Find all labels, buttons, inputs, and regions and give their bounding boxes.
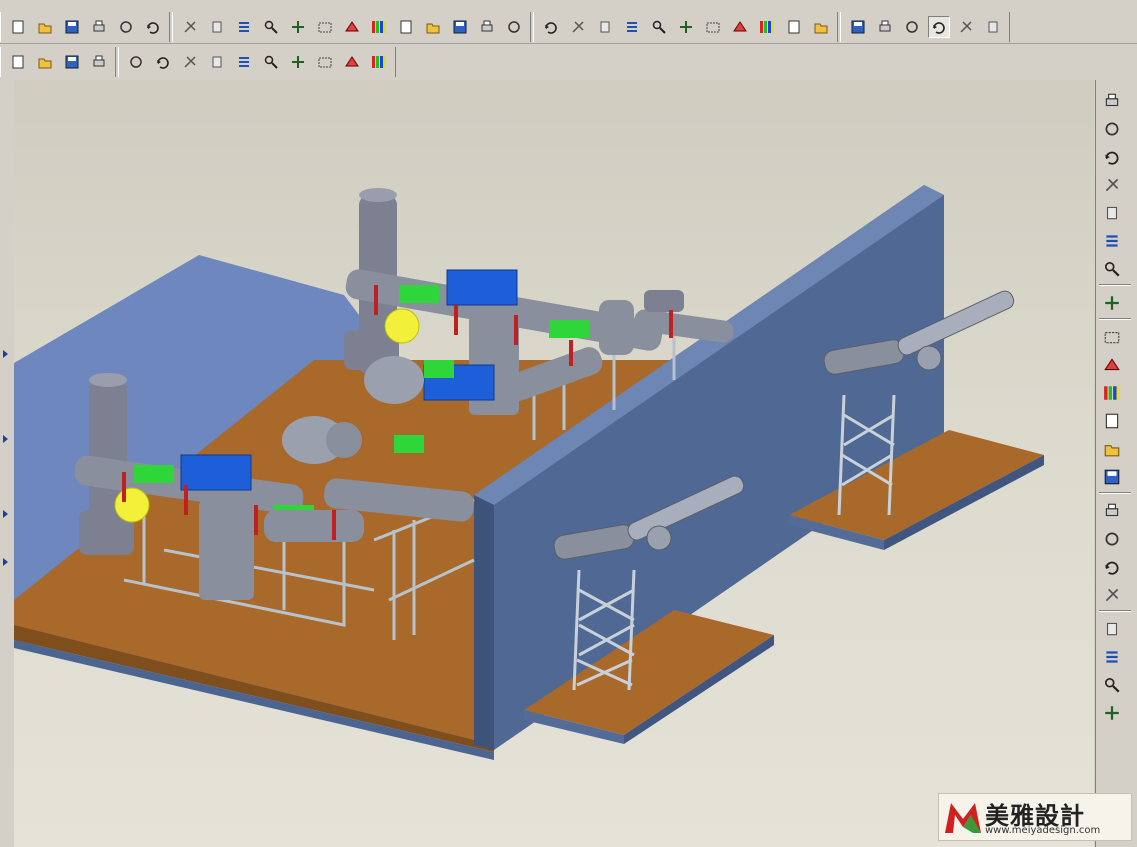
extrude-icon[interactable] — [1101, 326, 1123, 348]
copy-icon[interactable] — [260, 16, 282, 38]
mirror-icon[interactable] — [1101, 618, 1123, 640]
watermark-logo: 美雅設計 www.meiyadesign.com — [938, 793, 1132, 841]
toolbar-group — [840, 12, 1010, 42]
datum-toolbar — [0, 46, 420, 78]
watermark-url: www.meiyadesign.com — [985, 825, 1101, 836]
datum-axis-display-icon[interactable] — [34, 51, 56, 73]
no-hidden-icon[interactable] — [901, 16, 923, 38]
toolbar-separator — [1099, 284, 1131, 286]
chamfer-icon[interactable] — [1101, 466, 1123, 488]
datum-curve-sketch-icon[interactable] — [1101, 90, 1123, 112]
dropdown-arrow-icon[interactable] — [449, 16, 471, 38]
reference-dimension-icon[interactable] — [152, 51, 174, 73]
print-preview-icon[interactable] — [115, 16, 137, 38]
pan-icon[interactable] — [621, 16, 643, 38]
note-tool-icon[interactable] — [1101, 292, 1123, 314]
left-dock-strip — [0, 80, 15, 847]
kit-icon[interactable] — [287, 51, 309, 73]
datum-plane-icon[interactable] — [1101, 118, 1123, 140]
named-views-icon[interactable] — [756, 16, 778, 38]
zoom-out-icon[interactable] — [675, 16, 697, 38]
revolve-icon[interactable] — [1101, 354, 1123, 376]
rib-icon[interactable] — [1101, 556, 1123, 578]
zoom-window-icon[interactable] — [702, 16, 724, 38]
expand-arrow-icon[interactable] — [3, 510, 8, 518]
datum-plane-display-icon[interactable] — [7, 51, 29, 73]
geometric-tolerance-icon[interactable] — [179, 51, 201, 73]
regenerate-icon[interactable] — [341, 16, 363, 38]
redo-icon[interactable] — [206, 16, 228, 38]
hole-icon[interactable] — [1101, 500, 1123, 522]
analysis-feature-icon[interactable] — [1101, 258, 1123, 280]
new-icon[interactable] — [7, 16, 29, 38]
toolbar-separator — [1099, 492, 1131, 494]
sweep-icon[interactable] — [1101, 382, 1123, 404]
shell-icon[interactable] — [1101, 528, 1123, 550]
main-toolbar — [0, 11, 1137, 44]
appearance-icon[interactable] — [982, 16, 1004, 38]
datum-point-display-icon[interactable] — [61, 51, 83, 73]
context-help-icon[interactable] — [368, 51, 390, 73]
note-icon[interactable] — [233, 51, 255, 73]
model-tree-icon[interactable] — [810, 16, 832, 38]
toolbar-group — [0, 47, 116, 77]
datum-point-icon[interactable] — [1101, 202, 1123, 224]
expand-arrow-icon[interactable] — [3, 558, 8, 566]
assembly-model — [14, 185, 1044, 760]
feature-toolbar — [1095, 80, 1137, 847]
edit-icon[interactable] — [503, 16, 525, 38]
pattern-icon[interactable] — [1101, 646, 1123, 668]
toolbar-group — [172, 12, 531, 42]
paste-icon[interactable] — [287, 16, 309, 38]
spin-center-icon[interactable] — [567, 16, 589, 38]
regenerate-manager-icon[interactable] — [368, 16, 390, 38]
trim-icon[interactable] — [1101, 702, 1123, 724]
model-viewport[interactable] — [14, 80, 1094, 847]
color-icon[interactable] — [955, 16, 977, 38]
datum-curve-icon[interactable] — [1101, 174, 1123, 196]
brand-logo-icon — [945, 803, 981, 833]
view-manager-icon[interactable] — [729, 16, 751, 38]
expand-arrow-icon[interactable] — [3, 350, 8, 358]
coordinate-system-icon[interactable] — [1101, 230, 1123, 252]
toolbar-group — [0, 12, 170, 42]
shading-icon[interactable] — [927, 16, 950, 38]
expand-arrow-icon[interactable] — [3, 435, 8, 443]
toolbar-separator — [1099, 610, 1131, 612]
wireframe-icon[interactable] — [847, 16, 869, 38]
blend-icon[interactable] — [1101, 410, 1123, 432]
refit-icon[interactable] — [540, 16, 562, 38]
hidden-line-icon[interactable] — [874, 16, 896, 38]
toolbar-separator — [1099, 318, 1131, 320]
draft-icon[interactable] — [1101, 584, 1123, 606]
layers-icon[interactable] — [783, 16, 805, 38]
cut-icon[interactable] — [233, 16, 255, 38]
merge-icon[interactable] — [1101, 674, 1123, 696]
select-box-icon[interactable] — [422, 16, 444, 38]
zoom-in-icon[interactable] — [648, 16, 670, 38]
feature-info-icon[interactable] — [260, 51, 282, 73]
coordinate-system-display-icon[interactable] — [88, 51, 110, 73]
round-icon[interactable] — [1101, 438, 1123, 460]
mail-icon[interactable] — [142, 16, 164, 38]
orient-icon[interactable] — [594, 16, 616, 38]
color-wheel-icon[interactable] — [314, 51, 336, 73]
close-window-icon[interactable] — [476, 16, 498, 38]
toolbar-group — [118, 47, 396, 77]
model-analysis-icon[interactable] — [341, 51, 363, 73]
datum-axis-icon[interactable] — [1101, 146, 1123, 168]
paste-special-icon[interactable] — [314, 16, 336, 38]
open-icon[interactable] — [34, 16, 56, 38]
surface-finish-icon[interactable] — [206, 51, 228, 73]
print-icon[interactable] — [88, 16, 110, 38]
find-icon[interactable] — [395, 16, 417, 38]
dimension-icon[interactable] — [125, 51, 147, 73]
undo-icon[interactable] — [179, 16, 201, 38]
toolbar-group — [533, 12, 838, 42]
save-icon[interactable] — [61, 16, 83, 38]
